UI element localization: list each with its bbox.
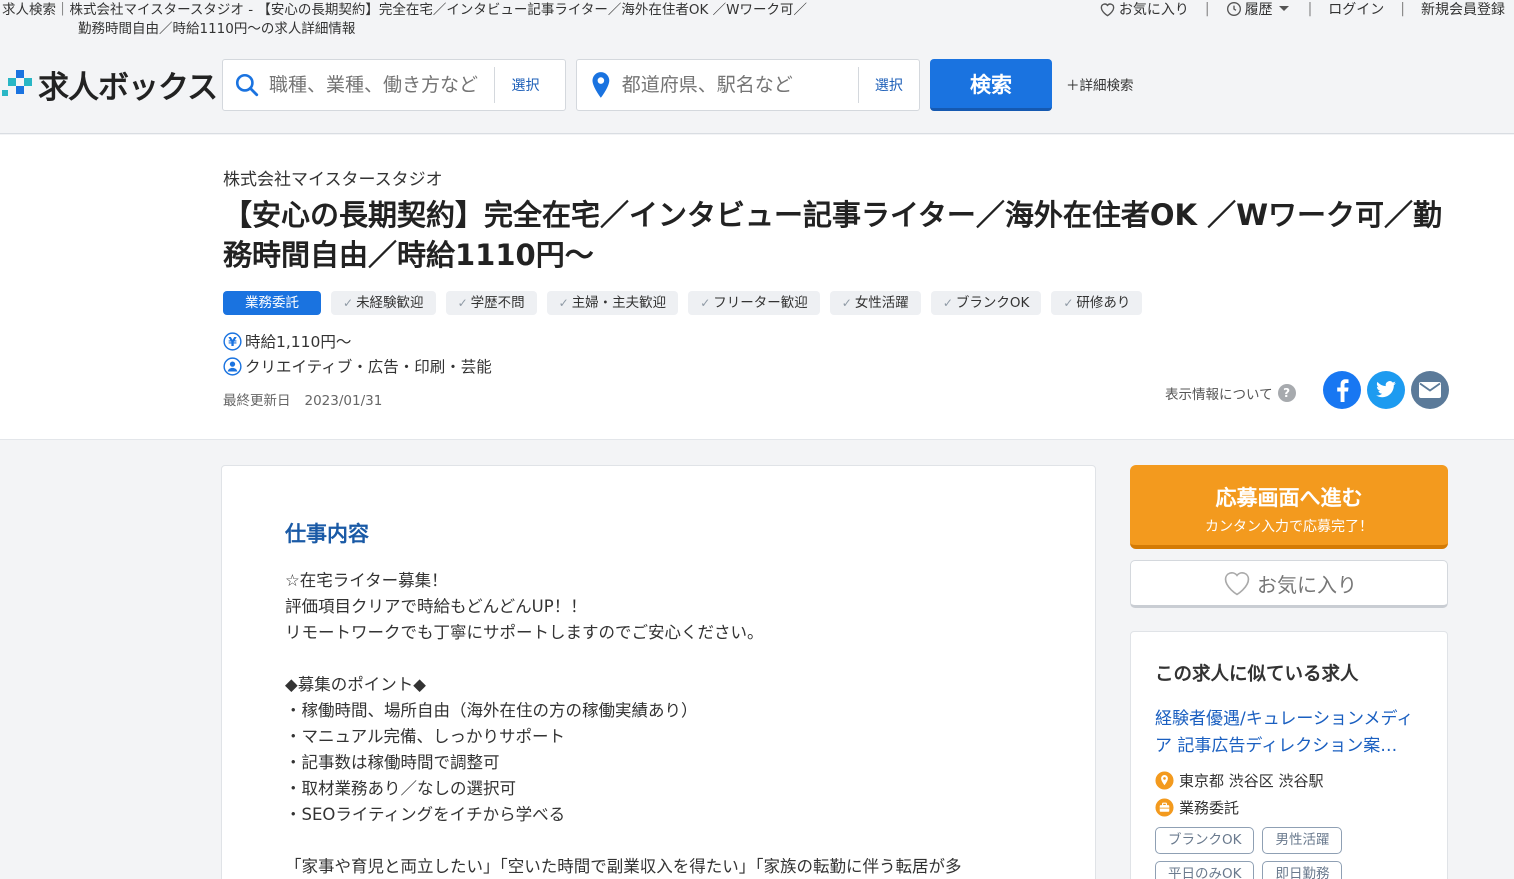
keyword-search-box: 選択 <box>222 59 566 111</box>
search-button[interactable]: 検索 <box>930 59 1052 111</box>
nav-favorites-label: お気に入り <box>1118 2 1189 18</box>
keyword-select-button[interactable]: 選択 <box>494 67 556 103</box>
caret-down-icon <box>1278 6 1289 11</box>
location-input[interactable] <box>621 60 858 110</box>
nav-register[interactable]: 新規会員登録 <box>1421 0 1505 19</box>
job-tag: ✓ フリーター歓迎 <box>688 291 820 315</box>
similar-job-tag: 男性活躍 <box>1262 827 1343 854</box>
nav-login[interactable]: ログイン <box>1328 0 1384 19</box>
job-description-card: 仕事内容 ☆在宅ライター募集！ 評価項目クリアで時給もどんどんUP！！ リモート… <box>221 465 1096 879</box>
job-tag: ✓ 研修あり <box>1051 291 1143 315</box>
job-tag: ✓ 主婦・主夫歓迎 <box>546 291 679 315</box>
apply-button-sublabel: カンタン入力で応募完了！ <box>1205 519 1373 535</box>
advanced-search-link[interactable]: ＋詳細検索 <box>1066 74 1134 94</box>
category-row: クリエイティブ・広告・印刷・芸能 <box>223 355 492 377</box>
salary-row: ¥ 時給1,110円〜 <box>223 330 351 352</box>
breadcrumb: 求人検索｜株式会社マイスタースタジオ - 【安心の長期契約】完全在宅／インタビュ… <box>2 2 807 18</box>
heart-icon <box>1224 572 1250 596</box>
site-logo[interactable]: 求人ボックス <box>2 64 218 106</box>
favorite-button-label: お気に入り <box>1257 572 1357 597</box>
apply-button-label: 応募画面へ進む <box>1215 486 1363 510</box>
favorite-button[interactable]: お気に入り <box>1130 560 1448 608</box>
mail-icon <box>1419 382 1441 398</box>
similar-job-tag: 平日のみOK <box>1155 861 1255 879</box>
similar-job-location: 東京都 渋谷区 渋谷駅 <box>1155 770 1324 791</box>
apply-button[interactable]: 応募画面へ進む カンタン入力で応募完了！ <box>1130 465 1448 549</box>
section-title: 仕事内容 <box>285 522 369 546</box>
job-tag: ✓ ブランクOK <box>930 291 1042 315</box>
similar-job-tag: ブランクOK <box>1155 827 1255 854</box>
employment-type-badge: 業務委託 <box>223 291 321 315</box>
nav-history[interactable]: 履歴 <box>1226 0 1292 19</box>
job-title: 【安心の長期契約】完全在宅／インタビュー記事ライター／海外在住者OK ／Wワーク… <box>223 198 1443 272</box>
similar-job-type: 業務委託 <box>1155 797 1239 818</box>
job-description: ☆在宅ライター募集！ 評価項目クリアで時給もどんどんUP！！ リモートワークでも… <box>285 571 962 876</box>
keyword-input[interactable] <box>269 60 494 110</box>
check-icon: ✓ <box>700 296 711 310</box>
question-icon: ? <box>1277 384 1296 402</box>
salary-text: 時給1,110円〜 <box>245 333 352 351</box>
job-tags: 業務委託 ✓ 未経験歓迎 ✓ 学歴不問 ✓ 主婦・主夫歓迎 ✓ フリーター歓迎 ✓ 女性活… <box>223 291 1143 315</box>
check-icon: ✓ <box>558 296 569 310</box>
twitter-share-button[interactable] <box>1367 371 1405 409</box>
mail-share-button[interactable] <box>1411 371 1449 409</box>
site-header: 求人検索｜株式会社マイスタースタジオ - 【安心の長期契約】完全在宅／インタビュ… <box>0 0 1514 134</box>
nav-favorites[interactable]: お気に入り <box>1099 0 1189 19</box>
similar-job-tags: ブランクOK 男性活躍 平日のみOK 即日勤務 <box>1155 827 1425 879</box>
facebook-icon <box>1337 379 1349 402</box>
check-icon: ✓ <box>942 296 953 310</box>
location-pin-icon <box>592 72 610 98</box>
job-tag: ✓ 学歴不問 <box>445 291 537 315</box>
check-icon: ✓ <box>343 296 354 310</box>
breadcrumb-continued: 勤務時間自由／時給1110円〜の求人詳細情報 <box>78 21 356 37</box>
company-name[interactable]: 株式会社マイスタースタジオ <box>223 165 443 190</box>
check-icon: ✓ <box>1063 296 1074 310</box>
search-icon <box>235 73 259 97</box>
heart-icon <box>1100 2 1115 16</box>
top-nav: お気に入り | 履歴 | ログイン | 新規会員登録 <box>1099 0 1505 18</box>
check-icon: ✓ <box>841 296 852 310</box>
similar-jobs-title: この求人に似ている求人 <box>1155 664 1359 685</box>
location-search-box: 選択 <box>576 59 920 111</box>
clock-icon <box>1226 2 1241 16</box>
check-icon: ✓ <box>457 296 468 310</box>
job-tag: ✓ 未経験歓迎 <box>331 291 436 315</box>
similar-jobs-card: この求人に似ている求人 経験者優遇/キュレーションメディア 記事広告ディレクショ… <box>1130 631 1448 879</box>
display-info-link[interactable]: 表示情報について ? <box>1165 383 1296 403</box>
briefcase-icon <box>1155 798 1174 817</box>
nav-history-label: 履歴 <box>1244 2 1273 18</box>
location-select-button[interactable]: 選択 <box>857 67 919 103</box>
job-header: 株式会社マイスタースタジオ 【安心の長期契約】完全在宅／インタビュー記事ライター… <box>0 135 1514 440</box>
svg-text:¥: ¥ <box>228 334 237 348</box>
last-updated: 最終更新日 2023/01/31 <box>223 393 383 409</box>
logo-text: 求人ボックス <box>38 69 218 106</box>
job-tag: ✓ 女性活躍 <box>829 291 921 315</box>
location-pin-icon <box>1155 771 1174 790</box>
similar-job-link[interactable]: 経験者優遇/キュレーションメディア 記事広告ディレクション案… <box>1155 706 1430 760</box>
logo-mark-icon <box>2 70 32 96</box>
similar-job-tag: 即日勤務 <box>1262 861 1343 879</box>
facebook-share-button[interactable] <box>1323 371 1361 409</box>
yen-icon: ¥ <box>223 331 242 351</box>
category-text: クリエイティブ・広告・印刷・芸能 <box>245 358 492 376</box>
person-icon <box>223 356 242 376</box>
twitter-icon <box>1376 381 1396 398</box>
